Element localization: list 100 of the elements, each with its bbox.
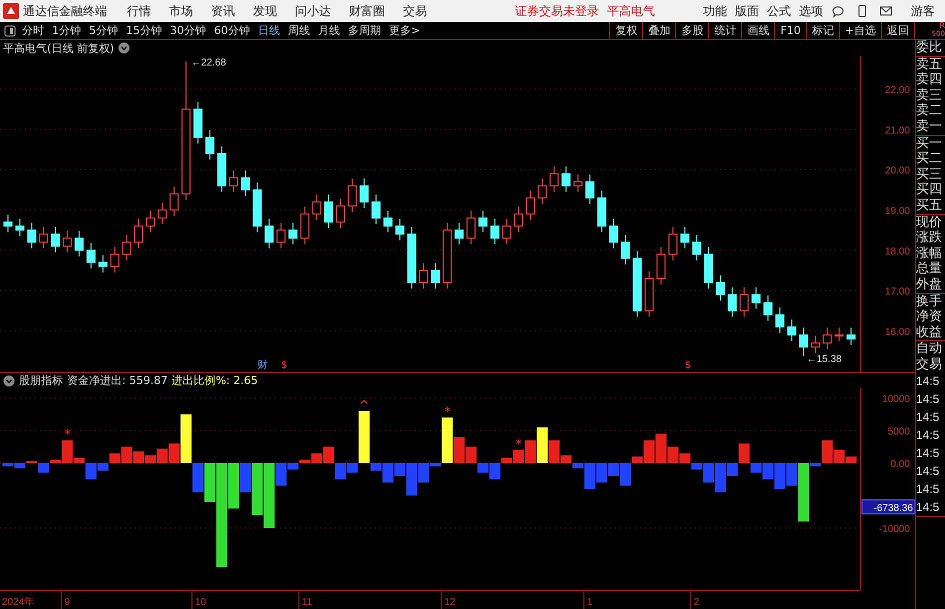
event-mark[interactable]: $ — [684, 360, 692, 371]
period-tab[interactable]: 5分钟 — [89, 23, 118, 38]
quote-field-label: 外盘 — [916, 276, 943, 292]
price-extreme-label: ←15.38 — [806, 354, 842, 365]
axis-label: 11 — [302, 597, 312, 608]
chevron-down-icon[interactable] — [118, 42, 130, 54]
candlestick — [668, 226, 678, 261]
auto-trade-label[interactable]: 自动 — [916, 341, 945, 357]
quote-field-label: 收益 — [916, 324, 943, 340]
menu-item[interactable]: 资讯 — [211, 2, 235, 20]
toolbar-button[interactable]: 复权 — [609, 22, 642, 39]
period-tab[interactable]: 30分钟 — [170, 23, 206, 38]
candlestick — [692, 234, 702, 261]
candlestick — [252, 182, 262, 233]
candlestick — [288, 222, 298, 245]
candlestick — [372, 194, 381, 225]
candlestick — [514, 206, 524, 233]
user-label[interactable]: 游客 — [911, 2, 935, 20]
chevron-down-icon[interactable] — [3, 374, 15, 386]
quote-field-label: 买四 — [916, 182, 943, 198]
period-tab[interactable]: 月线 — [318, 23, 340, 38]
tick-time: 14:5 — [916, 409, 940, 426]
period-tab[interactable]: 1分钟 — [52, 23, 81, 38]
tick-time: 14:5 — [916, 427, 940, 444]
tick-time: 14:5 — [916, 391, 940, 408]
period-tab[interactable]: 15分钟 — [126, 23, 162, 38]
quote-field-label: 买三 — [916, 166, 943, 182]
signal-mark: * — [64, 427, 70, 442]
app-logo-icon — [3, 3, 19, 19]
quote-field-label: 总量 — [916, 261, 943, 277]
candlestick — [312, 194, 322, 221]
axis-label: 17.00 — [884, 286, 910, 298]
candlestick — [419, 262, 428, 290]
toolbar-button[interactable]: 多股 — [675, 22, 708, 39]
toolbar-button[interactable]: 标记 — [806, 22, 839, 39]
menu-item[interactable]: 问小达 — [295, 2, 331, 20]
candlestick — [50, 226, 60, 253]
menu-item[interactable]: 行情 — [127, 2, 151, 20]
period-tab[interactable]: 60分钟 — [214, 23, 250, 38]
period-tab[interactable]: 多周期 — [348, 23, 381, 38]
toolbar-button[interactable]: 统计 — [708, 22, 742, 39]
axis-label: 20.00 — [884, 166, 910, 177]
axis-label: 0.00 — [890, 459, 910, 470]
event-mark[interactable]: $ — [281, 360, 288, 371]
candlestick — [395, 218, 404, 241]
candlestick — [134, 218, 144, 249]
axis-label: 18.00 — [884, 246, 910, 258]
candlestick — [466, 210, 476, 245]
toolbar-button[interactable]: F10 — [774, 22, 806, 39]
candlestick — [383, 210, 392, 233]
panel-toggle-icon[interactable] — [4, 24, 16, 36]
menu-item[interactable]: 版面 — [735, 2, 759, 20]
candlestick — [644, 270, 654, 318]
toolbar-button[interactable]: 画线 — [741, 22, 774, 39]
candlestick — [240, 170, 250, 196]
price-extreme-label: ←22.68 — [191, 58, 226, 69]
event-mark[interactable]: 财 — [257, 360, 268, 371]
candlestick — [656, 246, 666, 286]
quote-field-label: 涨跌 — [916, 230, 943, 246]
candlestick — [3, 214, 12, 233]
tick-time: 14:5 — [916, 373, 940, 390]
axis-label: 2024年 — [2, 597, 34, 608]
candlestick — [217, 146, 226, 192]
login-notice[interactable]: 证券交易未登录 — [515, 2, 599, 20]
chart-title: 平高电气(日线 前复权) — [3, 40, 114, 56]
menu-item[interactable]: 交易 — [403, 2, 427, 20]
period-tab[interactable]: 分时 — [22, 23, 44, 38]
mail-icon[interactable] — [879, 4, 893, 18]
toolbar-button[interactable]: +自选 — [838, 22, 881, 39]
period-tab[interactable]: 更多> — [389, 23, 420, 38]
candlestick — [763, 294, 772, 322]
current-value-tag: -6738.36 — [862, 499, 915, 514]
toolbar-button[interactable]: 返回 — [881, 22, 914, 39]
menu-item[interactable]: 财富圈 — [349, 2, 385, 20]
menu-item[interactable]: 公式 — [767, 2, 791, 20]
candlestick — [110, 246, 120, 273]
candlestick — [597, 190, 606, 233]
candlestick — [360, 178, 369, 208]
menu-item[interactable]: 发现 — [253, 2, 277, 20]
tick-time: 14:5 — [916, 481, 940, 498]
candlestick — [205, 130, 214, 160]
menu-item[interactable]: 功能 — [703, 2, 727, 20]
candlestick — [98, 254, 108, 273]
candlestick — [550, 166, 559, 192]
period-tab[interactable]: 日线 — [258, 23, 280, 38]
candlestick — [490, 218, 500, 245]
axis-label: -10000 — [878, 524, 910, 535]
candlestick — [526, 190, 535, 221]
chat-icon[interactable] — [831, 4, 845, 18]
quote-field-label: 买五 — [916, 198, 943, 214]
candlestick — [86, 242, 96, 269]
period-tab[interactable]: 周线 — [288, 23, 310, 38]
quote-field-label: 卖一 — [916, 118, 943, 135]
toolbar-button[interactable]: 叠加 — [642, 22, 676, 39]
menu-item[interactable]: 选项 — [799, 2, 823, 20]
menu-item[interactable]: 市场 — [169, 2, 193, 20]
quote-field-label: 卖四 — [916, 72, 943, 88]
quote-field-label: 净资 — [916, 309, 943, 325]
signal-mark: * — [516, 437, 522, 451]
axis-label: 16.00 — [884, 326, 910, 338]
